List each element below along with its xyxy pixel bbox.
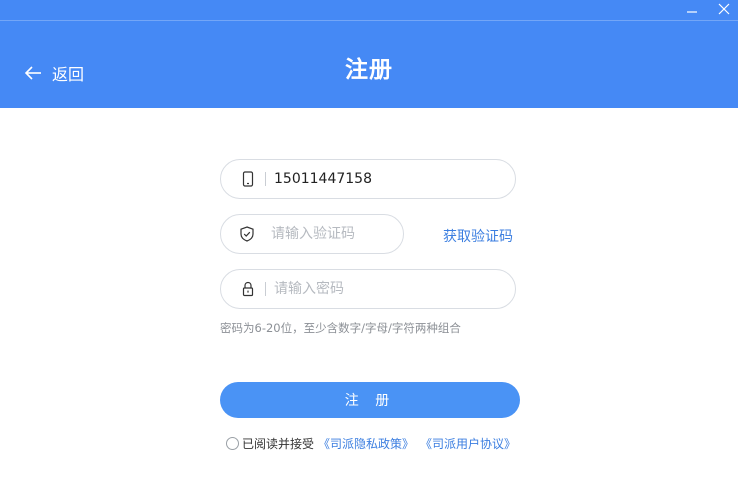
header-bar: 返回 注册	[0, 0, 738, 108]
titlebar-divider	[0, 20, 738, 21]
password-field[interactable]	[220, 269, 516, 309]
minimize-button[interactable]	[678, 0, 706, 18]
lock-icon	[240, 281, 256, 297]
password-input[interactable]	[274, 274, 515, 304]
phone-input[interactable]	[274, 164, 515, 194]
field-divider	[265, 282, 266, 296]
minimize-icon	[687, 11, 697, 13]
page-title: 注册	[345, 57, 393, 83]
shield-icon	[240, 226, 254, 242]
phone-icon	[240, 171, 256, 187]
password-hint: 密码为6-20位，至少含数字/字母/字符两种组合	[220, 321, 461, 335]
agreement-row: 已阅读并接受 《司派隐私政策》 《司派用户协议》	[226, 435, 522, 452]
privacy-policy-link[interactable]: 《司派隐私政策》	[318, 435, 414, 452]
get-code-link[interactable]: 获取验证码	[443, 226, 513, 246]
agree-text: 已阅读并接受	[242, 437, 315, 451]
register-button[interactable]: 注 册	[220, 382, 520, 418]
field-divider	[265, 172, 266, 186]
verification-code-input[interactable]	[271, 219, 445, 249]
close-button[interactable]	[710, 0, 738, 18]
user-agreement-link[interactable]: 《司派用户协议》	[420, 435, 516, 452]
close-icon	[718, 3, 730, 15]
phone-field[interactable]	[220, 159, 516, 199]
agree-radio[interactable]	[226, 437, 239, 450]
verification-code-field[interactable]	[220, 214, 445, 254]
